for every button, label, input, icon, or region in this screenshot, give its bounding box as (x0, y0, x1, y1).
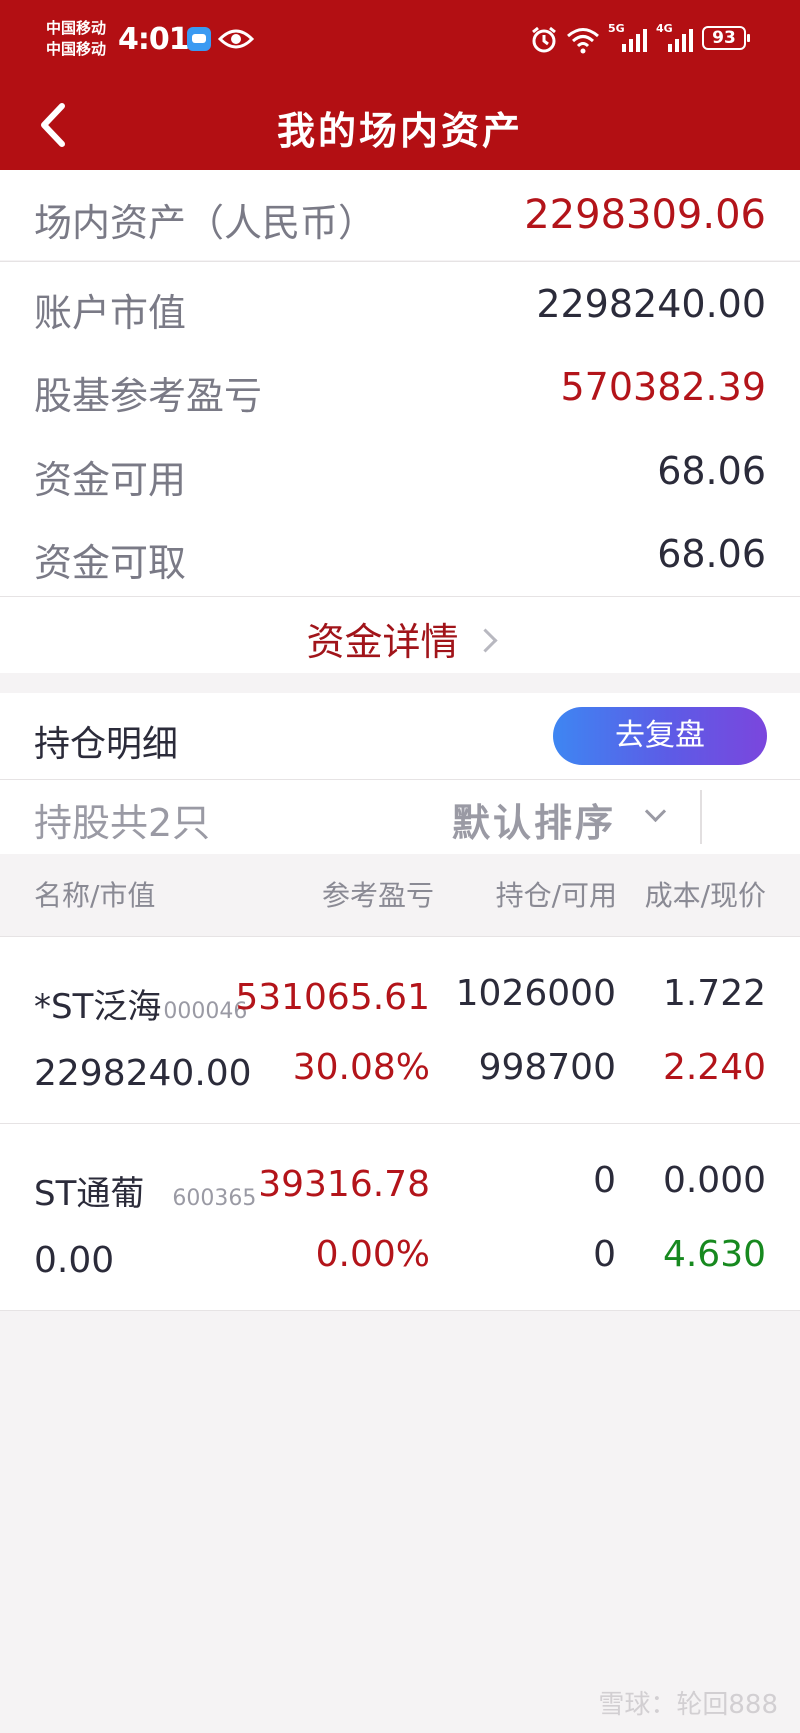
holdings-title: 持仓明细 (34, 724, 179, 765)
sort-dropdown[interactable]: 默认排序 (452, 792, 616, 847)
fund-details-link[interactable]: 资金详情 (0, 611, 800, 666)
signal-icon-1 (622, 29, 647, 52)
divider (0, 1310, 800, 1311)
holdings-column-headers: 名称/市值 参考盈亏 持仓/可用 成本/现价 (0, 854, 800, 936)
stock-price: 4.630 (662, 1234, 766, 1275)
stock-name-text: *ST泛海 (34, 987, 162, 1027)
table-row[interactable]: *ST泛海000046 2298240.00 531065.61 30.08% … (0, 937, 800, 1123)
signal-icon-2 (668, 29, 693, 52)
withdrawable-funds-label: 资金可取 (34, 541, 187, 585)
asset-details-panel: 账户市值 2298240.00 股基参考盈亏 570382.39 资金可用 68… (0, 262, 800, 596)
stock-cost: 1.722 (662, 973, 766, 1014)
total-assets-panel: 场内资产（人民币） 2298309.06 (0, 170, 800, 260)
total-assets-value: 2298309.06 (524, 192, 766, 238)
carrier-1: 中国移动 (46, 19, 107, 37)
page-title: 我的场内资产 (276, 109, 523, 153)
fund-details-label: 资金详情 (306, 620, 459, 664)
carrier-labels: 中国移动 中国移动 (46, 18, 106, 60)
stock-market-value: 2298240.00 (34, 1053, 252, 1094)
stock-code: 600365 (172, 1186, 257, 1211)
column-header-name[interactable]: 名称/市值 (34, 874, 155, 914)
column-header-pnl[interactable]: 参考盈亏 (322, 874, 434, 914)
column-header-cost-price[interactable]: 成本/现价 (645, 874, 766, 914)
table-row[interactable]: ST通葡 600365 0.00 39316.78 0.00% 0 0 0.000… (0, 1124, 800, 1310)
holdings-count: 持股共2只 (34, 801, 211, 845)
stock-pnl-percent: 0.00% (315, 1234, 430, 1275)
holdings-sort-bar: 持股共2只 默认排序 (0, 780, 800, 854)
review-button[interactable]: 去复盘 (553, 707, 767, 765)
available-funds-value: 68.06 (657, 449, 766, 493)
chevron-down-icon[interactable] (644, 800, 667, 823)
stock-cost: 0.000 (662, 1160, 766, 1201)
status-bar: 中国移动 中国移动 4:01 5G 4G 93 (0, 0, 800, 82)
battery-indicator: 93 (702, 26, 750, 50)
total-assets-label: 场内资产（人民币） (34, 201, 377, 245)
chevron-right-icon (472, 628, 498, 653)
market-value: 2298240.00 (536, 282, 766, 326)
stock-available: 998700 (478, 1047, 616, 1088)
message-icon (187, 27, 211, 51)
available-funds-label: 资金可用 (34, 458, 187, 502)
nav-bar: 我的场内资产 (0, 82, 800, 170)
stock-pnl: 531065.61 (235, 977, 430, 1018)
stock-market-value: 0.00 (34, 1240, 115, 1281)
status-time: 4:01 (118, 22, 190, 57)
carrier-2: 中国移动 (46, 40, 107, 58)
stock-price: 2.240 (662, 1047, 766, 1088)
pnl-label: 股基参考盈亏 (34, 374, 263, 418)
stock-pnl: 39316.78 (258, 1164, 430, 1205)
fund-details-panel: 资金详情 (0, 597, 800, 673)
stock-position: 0 (593, 1160, 616, 1201)
pnl-value: 570382.39 (560, 365, 767, 409)
stock-position: 1026000 (455, 973, 616, 1014)
holdings-header-panel: 持仓明细 去复盘 (0, 693, 800, 779)
stock-name-text: ST通葡 (34, 1174, 145, 1214)
alarm-icon (532, 26, 556, 53)
divider (700, 790, 702, 844)
eye-icon (218, 29, 254, 49)
watermark: 雪球：轮回888 (598, 1690, 778, 1720)
withdrawable-funds-value: 68.06 (657, 532, 766, 576)
column-header-position[interactable]: 持仓/可用 (496, 874, 617, 914)
stock-available: 0 (593, 1234, 616, 1275)
market-value-label: 账户市值 (34, 291, 187, 335)
stock-name: *ST泛海000046 (34, 979, 247, 1028)
stock-name: ST通葡 600365 (34, 1166, 256, 1215)
stock-pnl-percent: 30.08% (292, 1047, 430, 1088)
wifi-icon (567, 28, 599, 54)
